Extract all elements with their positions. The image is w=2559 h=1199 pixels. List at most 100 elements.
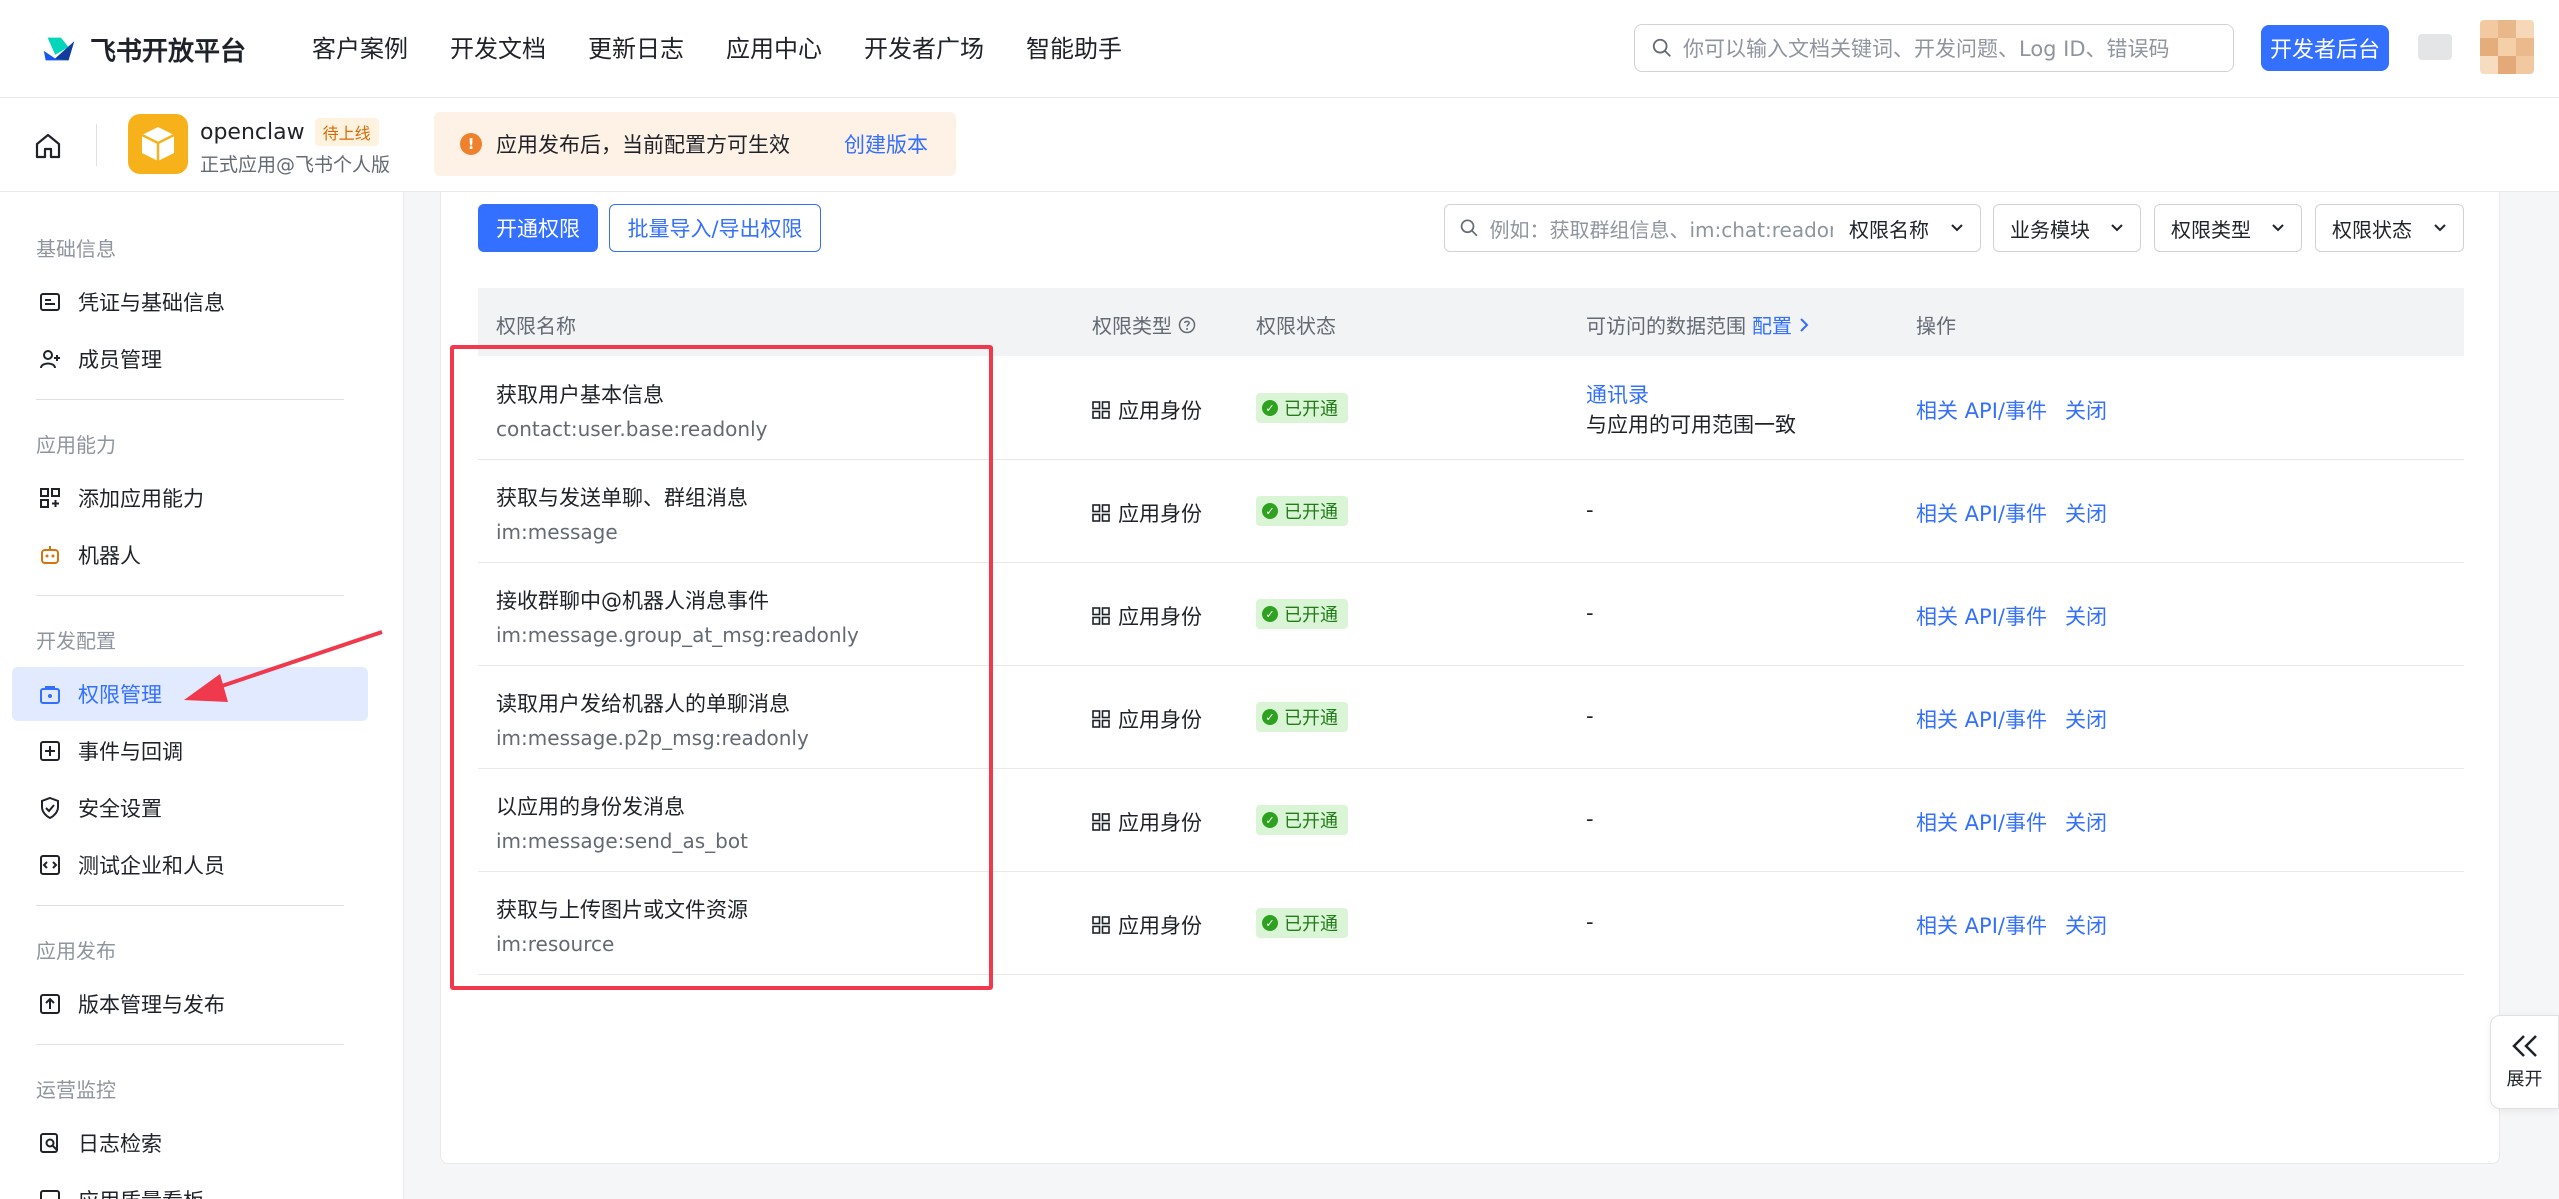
app-grid-icon xyxy=(1092,916,1110,934)
contacts-scope-link[interactable]: 通讯录 xyxy=(1586,379,1796,409)
close-permission-link[interactable]: 关闭 xyxy=(2065,498,2107,528)
id-card-icon xyxy=(40,293,60,311)
help-circle-icon[interactable] xyxy=(1178,316,1196,334)
filter-permission-status[interactable]: 权限状态 xyxy=(2315,204,2464,252)
filter-permission-type[interactable]: 权限类型 xyxy=(2154,204,2302,252)
sidebar-item-test-tenant[interactable]: 测试企业和人员 xyxy=(12,838,368,892)
sidebar-item-bot[interactable]: 机器人 xyxy=(12,528,368,582)
dev-console-button[interactable]: 开发者后台 xyxy=(2261,25,2389,71)
nav-item-dev-square[interactable]: 开发者广场 xyxy=(864,30,984,68)
enable-permission-button[interactable]: 开通权限 xyxy=(478,204,598,252)
app-grid-icon xyxy=(1092,813,1110,831)
sidebar-item-credentials[interactable]: 凭证与基础信息 xyxy=(12,275,368,329)
check-circle-icon: ✓ xyxy=(1262,606,1278,622)
permission-type-cell: 应用身份 xyxy=(1092,601,1202,631)
scope-text: - xyxy=(1586,704,1594,728)
permission-type-label: 应用身份 xyxy=(1118,708,1202,732)
permission-search-input[interactable]: 例如：获取群组信息、im:chat:readonly xyxy=(1444,204,1834,252)
sidebar-item-label: 测试企业和人员 xyxy=(78,854,225,878)
double-chevron-left-icon xyxy=(2511,1035,2537,1057)
status-badge: ✓ 已开通 xyxy=(1256,805,1348,835)
check-circle-icon: ✓ xyxy=(1262,812,1278,828)
status-label: 已开通 xyxy=(1284,811,1338,832)
permission-type-label: 应用身份 xyxy=(1118,914,1202,938)
app-name: openclaw 待上线 xyxy=(200,118,379,146)
sidebar-item-label: 机器人 xyxy=(78,544,141,568)
col-header-label: 权限名称 xyxy=(496,314,576,338)
sidebar-item-label: 添加应用能力 xyxy=(78,487,204,511)
filter-label: 业务模块 xyxy=(2010,217,2090,242)
check-circle-icon: ✓ xyxy=(1262,709,1278,725)
sidebar-item-security[interactable]: 安全设置 xyxy=(12,781,368,835)
related-api-link[interactable]: 相关 API/事件 xyxy=(1916,601,2047,631)
sidebar-item-label: 凭证与基础信息 xyxy=(78,291,225,315)
filter-business-module[interactable]: 业务模块 xyxy=(1993,204,2141,252)
app-icon xyxy=(128,114,188,174)
publish-notice: ! 应用发布后，当前配置方可生效 创建版本 xyxy=(434,112,956,176)
doc-search-input[interactable]: 你可以输入文档关键词、开发问题、Log ID、错误码 xyxy=(1634,24,2234,72)
col-header-name: 权限名称 xyxy=(496,310,576,339)
sidebar-item-members[interactable]: 成员管理 xyxy=(12,332,368,386)
col-header-type: 权限类型 xyxy=(1092,310,1196,339)
scope-text: - xyxy=(1586,807,1594,831)
close-permission-link[interactable]: 关闭 xyxy=(2065,704,2107,734)
app-grid-icon xyxy=(1092,607,1110,625)
package-icon xyxy=(141,127,175,161)
sidebar-item-add-capability[interactable]: 添加应用能力 xyxy=(12,471,368,525)
robot-icon xyxy=(41,546,59,564)
divider xyxy=(96,124,97,166)
related-api-link[interactable]: 相关 API/事件 xyxy=(1916,704,2047,734)
nav-item-cases[interactable]: 客户案例 xyxy=(312,30,408,68)
feishu-logo-icon xyxy=(43,37,75,61)
log-search-icon xyxy=(40,1133,58,1153)
related-api-link[interactable]: 相关 API/事件 xyxy=(1916,807,2047,837)
search-icon xyxy=(1652,38,1671,57)
expand-label: 展开 xyxy=(2506,1069,2543,1090)
sidebar-item-quality[interactable]: 应用质量看板 xyxy=(12,1173,368,1199)
col-header-scope: 可访问的数据范围 配置 xyxy=(1586,310,1810,339)
message-icon[interactable] xyxy=(2418,34,2452,60)
avatar[interactable] xyxy=(2480,20,2534,74)
sidebar-section-basic: 基础信息 xyxy=(36,237,116,261)
expand-panel-button[interactable]: 展开 xyxy=(2490,1015,2559,1109)
permission-type-label: 应用身份 xyxy=(1118,502,1202,526)
col-header-ops: 操作 xyxy=(1916,310,1956,339)
sidebar-item-logs[interactable]: 日志检索 xyxy=(12,1116,368,1170)
app-subtitle: 正式应用@飞书个人版 xyxy=(200,154,391,176)
sidebar-section-publish: 应用发布 xyxy=(36,939,116,963)
close-permission-link[interactable]: 关闭 xyxy=(2065,395,2107,425)
main-nav: 客户案例 开发文档 更新日志 应用中心 开发者广场 智能助手 xyxy=(312,30,1122,68)
sidebar-item-label: 事件与回调 xyxy=(78,740,183,764)
filter-label: 权限类型 xyxy=(2171,217,2251,242)
create-version-link[interactable]: 创建版本 xyxy=(844,129,928,159)
brand-name: 飞书开放平台 xyxy=(90,36,247,67)
nav-item-app-center[interactable]: 应用中心 xyxy=(726,30,822,68)
home-icon[interactable] xyxy=(32,130,64,162)
top-nav: 飞书开放平台 客户案例 开发文档 更新日志 应用中心 开发者广场 智能助手 你可… xyxy=(0,0,2559,98)
close-permission-link[interactable]: 关闭 xyxy=(2065,807,2107,837)
sidebar-item-versions[interactable]: 版本管理与发布 xyxy=(12,977,368,1031)
chevron-right-icon[interactable] xyxy=(1798,317,1810,333)
sidebar-item-label: 安全设置 xyxy=(78,797,162,821)
brand[interactable]: 飞书开放平台 xyxy=(40,30,246,68)
batch-import-export-button[interactable]: 批量导入/导出权限 xyxy=(609,204,821,252)
sidebar-section-capability: 应用能力 xyxy=(36,433,116,457)
sidebar-item-label: 权限管理 xyxy=(78,683,162,707)
related-api-link[interactable]: 相关 API/事件 xyxy=(1916,498,2047,528)
status-label: 已开通 xyxy=(1284,708,1338,729)
nav-item-docs[interactable]: 开发文档 xyxy=(450,30,546,68)
filter-permission-name[interactable]: 权限名称 xyxy=(1833,204,1981,252)
permission-type-label: 应用身份 xyxy=(1118,605,1202,629)
scope-cell: 通讯录 与应用的可用范围一致 xyxy=(1586,379,1796,439)
check-circle-icon: ✓ xyxy=(1262,503,1278,519)
close-permission-link[interactable]: 关闭 xyxy=(2065,601,2107,631)
related-api-link[interactable]: 相关 API/事件 xyxy=(1916,910,2047,940)
close-permission-link[interactable]: 关闭 xyxy=(2065,910,2107,940)
related-api-link[interactable]: 相关 API/事件 xyxy=(1916,395,2047,425)
configure-scope-link[interactable]: 配置 xyxy=(1752,310,1792,339)
chevron-down-icon xyxy=(2111,224,2123,232)
nav-item-changelog[interactable]: 更新日志 xyxy=(588,30,684,68)
sidebar-item-events[interactable]: 事件与回调 xyxy=(12,724,368,778)
scope-cell: - xyxy=(1586,910,1594,934)
nav-item-assistant[interactable]: 智能助手 xyxy=(1026,30,1122,68)
